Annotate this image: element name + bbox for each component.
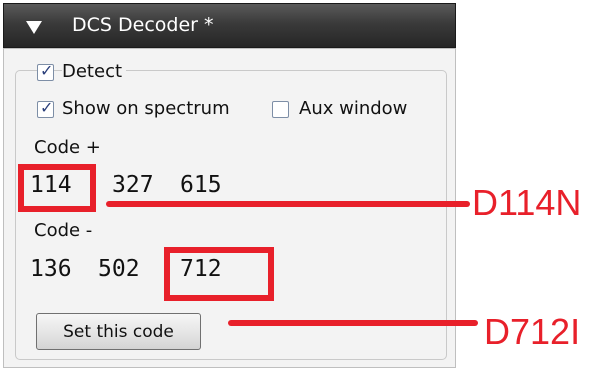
detect-checkbox[interactable]: ✓ [37, 61, 54, 81]
highlight-box-plus [18, 164, 96, 212]
panel-title: DCS Decoder * [72, 14, 214, 36]
code-plus-value: 615 [180, 172, 222, 198]
annotation-text-minus: D712I [484, 311, 581, 352]
code-minus-label: Code - [34, 220, 93, 241]
highlight-box-minus [164, 247, 274, 301]
detect-label: Detect [62, 61, 127, 82]
code-plus-value: 327 [112, 172, 154, 198]
annotation-line-plus [106, 201, 470, 207]
code-minus-value: 502 [98, 256, 140, 282]
aux-window-label: Aux window [299, 98, 408, 119]
annotation-line-minus [228, 320, 478, 326]
aux-window-checkbox[interactable] [272, 101, 289, 118]
set-code-button[interactable]: Set this code [36, 313, 201, 350]
triangle-down-icon[interactable] [26, 21, 42, 34]
show-spectrum-label: Show on spectrum [62, 98, 230, 119]
check-icon: ✓ [40, 98, 54, 117]
code-minus-value: 136 [30, 256, 72, 282]
show-spectrum-checkbox[interactable]: ✓ [37, 98, 54, 118]
annotation-text-plus: D114N [472, 182, 582, 223]
panel-header[interactable]: DCS Decoder * [3, 3, 456, 48]
check-icon: ✓ [40, 61, 54, 80]
code-plus-label: Code + [34, 137, 101, 158]
